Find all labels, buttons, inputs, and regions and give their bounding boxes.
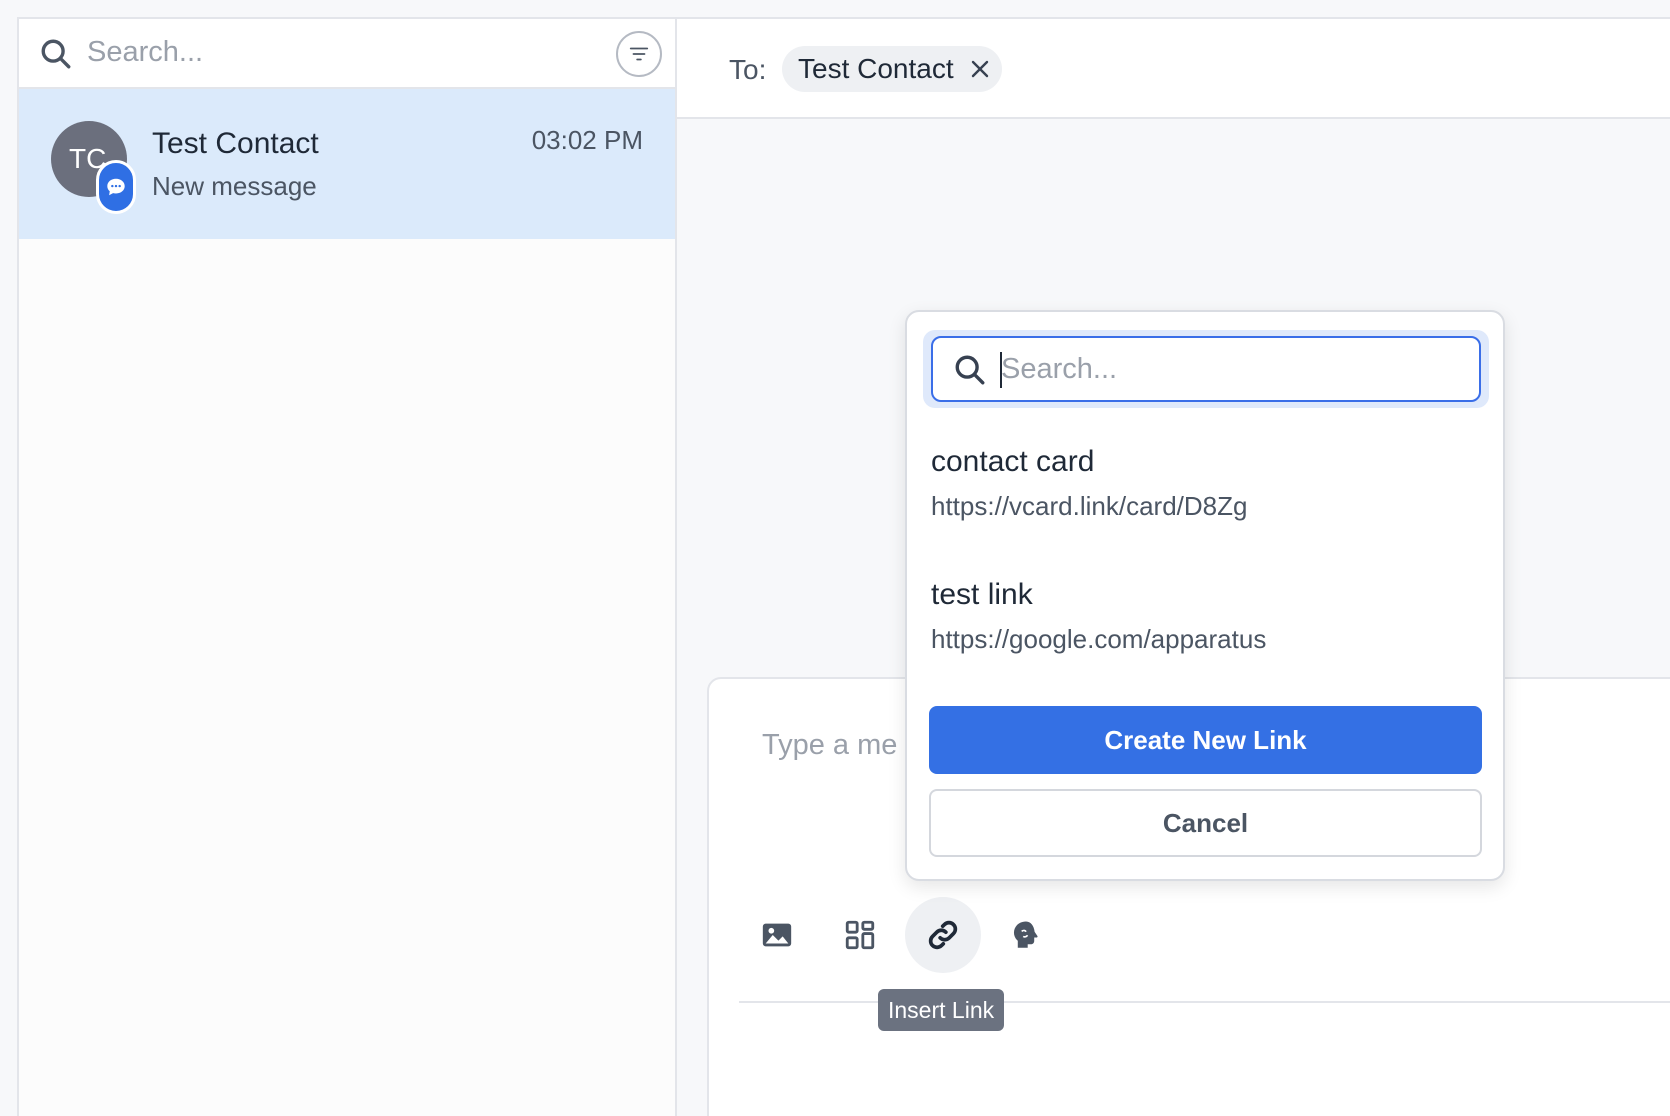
contact-name: Test Contact: [152, 127, 319, 160]
image-icon: [762, 923, 792, 947]
search-icon: [955, 355, 985, 385]
filter-icon: [629, 47, 649, 61]
recipient-name: Test Contact: [798, 53, 954, 84]
link-item-test-link[interactable]: test link https://google.com/apparatus: [931, 578, 1481, 688]
to-label: To:: [729, 54, 767, 85]
insert-image-button[interactable]: [739, 897, 815, 973]
insert-link-button[interactable]: [905, 897, 981, 973]
conversation-list-panel: Search... TC Test Contact New message 03…: [17, 17, 677, 1116]
insert-link-tooltip: Insert Link: [878, 989, 1005, 1031]
conversation-search-bar[interactable]: Search...: [19, 19, 675, 89]
link-search-input[interactable]: Search...: [931, 336, 1481, 402]
conversation-item-test-contact[interactable]: TC Test Contact New message 03:02 PM: [19, 89, 675, 239]
cancel-button[interactable]: Cancel: [929, 789, 1482, 857]
link-url: https://google.com/apparatus: [931, 624, 1267, 654]
link-url: https://vcard.link/card/D8Zg: [931, 491, 1248, 521]
channel-badge: [96, 160, 136, 214]
create-new-link-button[interactable]: Create New Link: [929, 706, 1482, 774]
message-input[interactable]: Type a me: [762, 729, 897, 762]
link-search-placeholder: Search...: [1001, 353, 1118, 385]
link-picker-popover: Search... contact card https://vcard.lin…: [905, 310, 1505, 881]
recipient-chip[interactable]: Test Contact: [782, 46, 1002, 92]
brain-icon: [1013, 921, 1038, 948]
apps-icon: [845, 920, 875, 950]
link-title: test link: [931, 578, 1033, 611]
filter-button[interactable]: [616, 31, 662, 77]
link-title: contact card: [931, 445, 1095, 478]
link-search-focus-ring: Search...: [923, 330, 1489, 408]
link-icon: [928, 920, 958, 950]
close-icon[interactable]: [970, 59, 990, 79]
chat-bubble-icon: [107, 178, 125, 196]
insert-template-button[interactable]: [822, 897, 898, 973]
message-preview: New message: [152, 171, 317, 201]
recipient-bar: To: Test Contact: [677, 19, 1670, 119]
ai-assist-button[interactable]: [988, 897, 1064, 973]
search-icon: [41, 39, 71, 69]
conversation-search-input[interactable]: Search...: [87, 36, 203, 69]
link-item-contact-card[interactable]: contact card https://vcard.link/card/D8Z…: [931, 445, 1481, 555]
message-time: 03:02 PM: [531, 125, 643, 155]
